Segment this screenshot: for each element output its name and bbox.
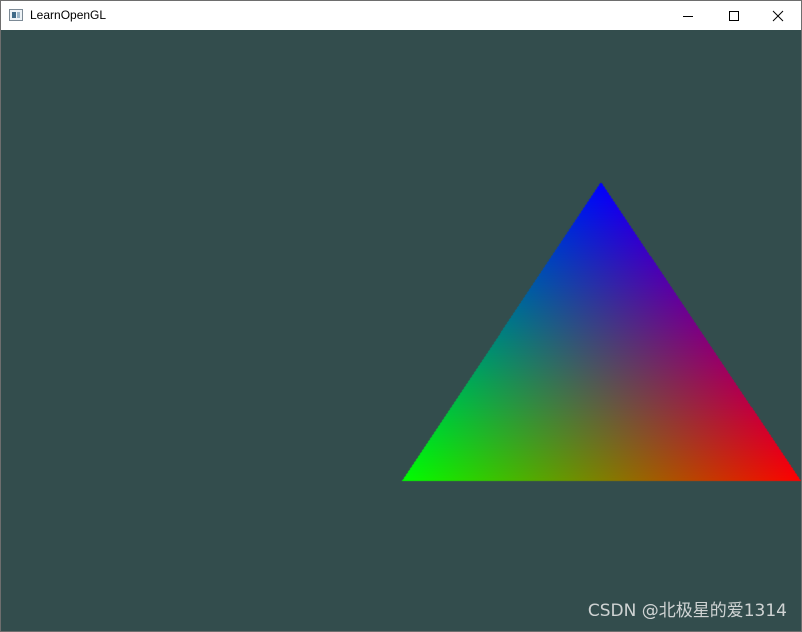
- minimize-button[interactable]: [665, 1, 711, 30]
- opengl-window: LearnOpenGL CSDN @北极星的爱1314: [0, 0, 802, 632]
- window-title: LearnOpenGL: [30, 8, 107, 22]
- watermark-text: CSDN @北极星的爱1314: [587, 601, 787, 621]
- minimize-icon: [683, 16, 693, 17]
- maximize-button[interactable]: [711, 1, 757, 30]
- render-viewport[interactable]: CSDN @北极星的爱1314: [1, 30, 801, 631]
- close-icon: [772, 10, 784, 22]
- close-button[interactable]: [755, 1, 801, 30]
- app-window-icon[interactable]: [9, 9, 23, 21]
- triangle-canvas: [1, 30, 801, 631]
- title-bar[interactable]: LearnOpenGL: [1, 1, 801, 30]
- maximize-icon: [729, 11, 739, 21]
